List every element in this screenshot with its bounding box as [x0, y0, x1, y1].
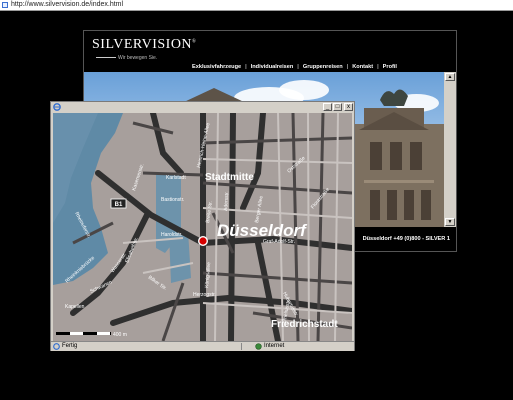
phone-number: Düsseldorf +49 (0)800 - SILVER 1 — [362, 236, 450, 242]
main-nav: Exklusivfahrzeuge | Individualreisen | G… — [188, 64, 401, 70]
maximize-button[interactable]: □ — [333, 103, 342, 111]
address-bar[interactable]: http://www.silvervision.de/index.html — [0, 0, 513, 11]
tagline: Wir bewegen Sie. — [96, 55, 157, 61]
scale-label: 400 m — [113, 332, 127, 338]
street-label: Graf-Adolf-Str. — [263, 239, 295, 245]
tagline-arrow — [96, 57, 116, 59]
nav-item-gruppenreisen[interactable]: Gruppenreisen — [299, 64, 347, 70]
nav-item-individualreisen[interactable]: Individualreisen — [247, 64, 298, 70]
map-popup-window: _ □ x B1 Stadtmitte Düsseldorf Friedrich… — [50, 101, 355, 351]
scroll-down-arrow-icon[interactable]: ▼ — [445, 218, 455, 226]
zone-text: Internet — [264, 343, 285, 349]
internet-globe-icon — [255, 343, 262, 350]
street-label: Berger Allee — [254, 195, 265, 223]
page-done-icon — [53, 343, 60, 350]
nav-item-kontakt[interactable]: Kontakt — [348, 64, 377, 70]
street-label: Bastionstr. — [161, 197, 184, 203]
street-label: Herzogstr. — [193, 292, 216, 298]
street-label: Haroldstr. — [161, 232, 182, 238]
district-stadtmitte: Stadtmitte — [205, 172, 254, 183]
city-label: Düsseldorf — [217, 221, 308, 240]
ie-icon — [53, 103, 61, 111]
tagline-text: Wir bewegen Sie. — [118, 55, 158, 61]
major-roads — [70, 113, 352, 341]
location-marker-icon[interactable] — [199, 237, 207, 245]
street-label: Karlstadt — [166, 175, 186, 181]
street-label: Kapellen — [65, 304, 85, 310]
site-logo[interactable]: SILVERVISION® — [92, 37, 196, 53]
scale-bar-segment — [70, 332, 83, 335]
close-button[interactable]: x — [344, 103, 353, 111]
logo-mark: ® — [192, 39, 197, 45]
road-badge-label: B1 — [115, 202, 123, 208]
popup-title-bar[interactable]: _ □ x — [51, 102, 354, 113]
status-text: Fertig — [62, 343, 78, 349]
nav-item-exklusivfahrzeuge[interactable]: Exklusivfahrzeuge — [188, 64, 245, 70]
popup-status-bar: Fertig Internet — [51, 341, 354, 351]
scroll-up-arrow-icon[interactable]: ▲ — [445, 73, 455, 81]
street-label: Kasernenstr. — [131, 163, 145, 192]
nav-item-profil[interactable]: Profil — [379, 64, 401, 70]
minimize-button[interactable]: _ — [323, 103, 332, 111]
page-icon — [2, 2, 8, 8]
street-label: Breite Str. — [205, 201, 214, 224]
city-map[interactable]: B1 Stadtmitte Düsseldorf Friedrichstadt … — [53, 113, 352, 341]
scale-bar-segment — [97, 332, 110, 335]
address-url[interactable]: http://www.silvervision.de/index.html — [11, 0, 123, 10]
site-scrollbar[interactable]: ▲ ▼ — [444, 72, 456, 227]
status-divider — [241, 343, 242, 350]
street-label: Bilker Str. — [147, 275, 168, 292]
logo-text: SILVERVISION — [92, 37, 193, 52]
map-graphic: B1 Stadtmitte Düsseldorf Friedrichstadt … — [53, 113, 352, 341]
street-label: Oststraße — [286, 155, 306, 174]
street-label: Königsallee — [204, 262, 212, 288]
